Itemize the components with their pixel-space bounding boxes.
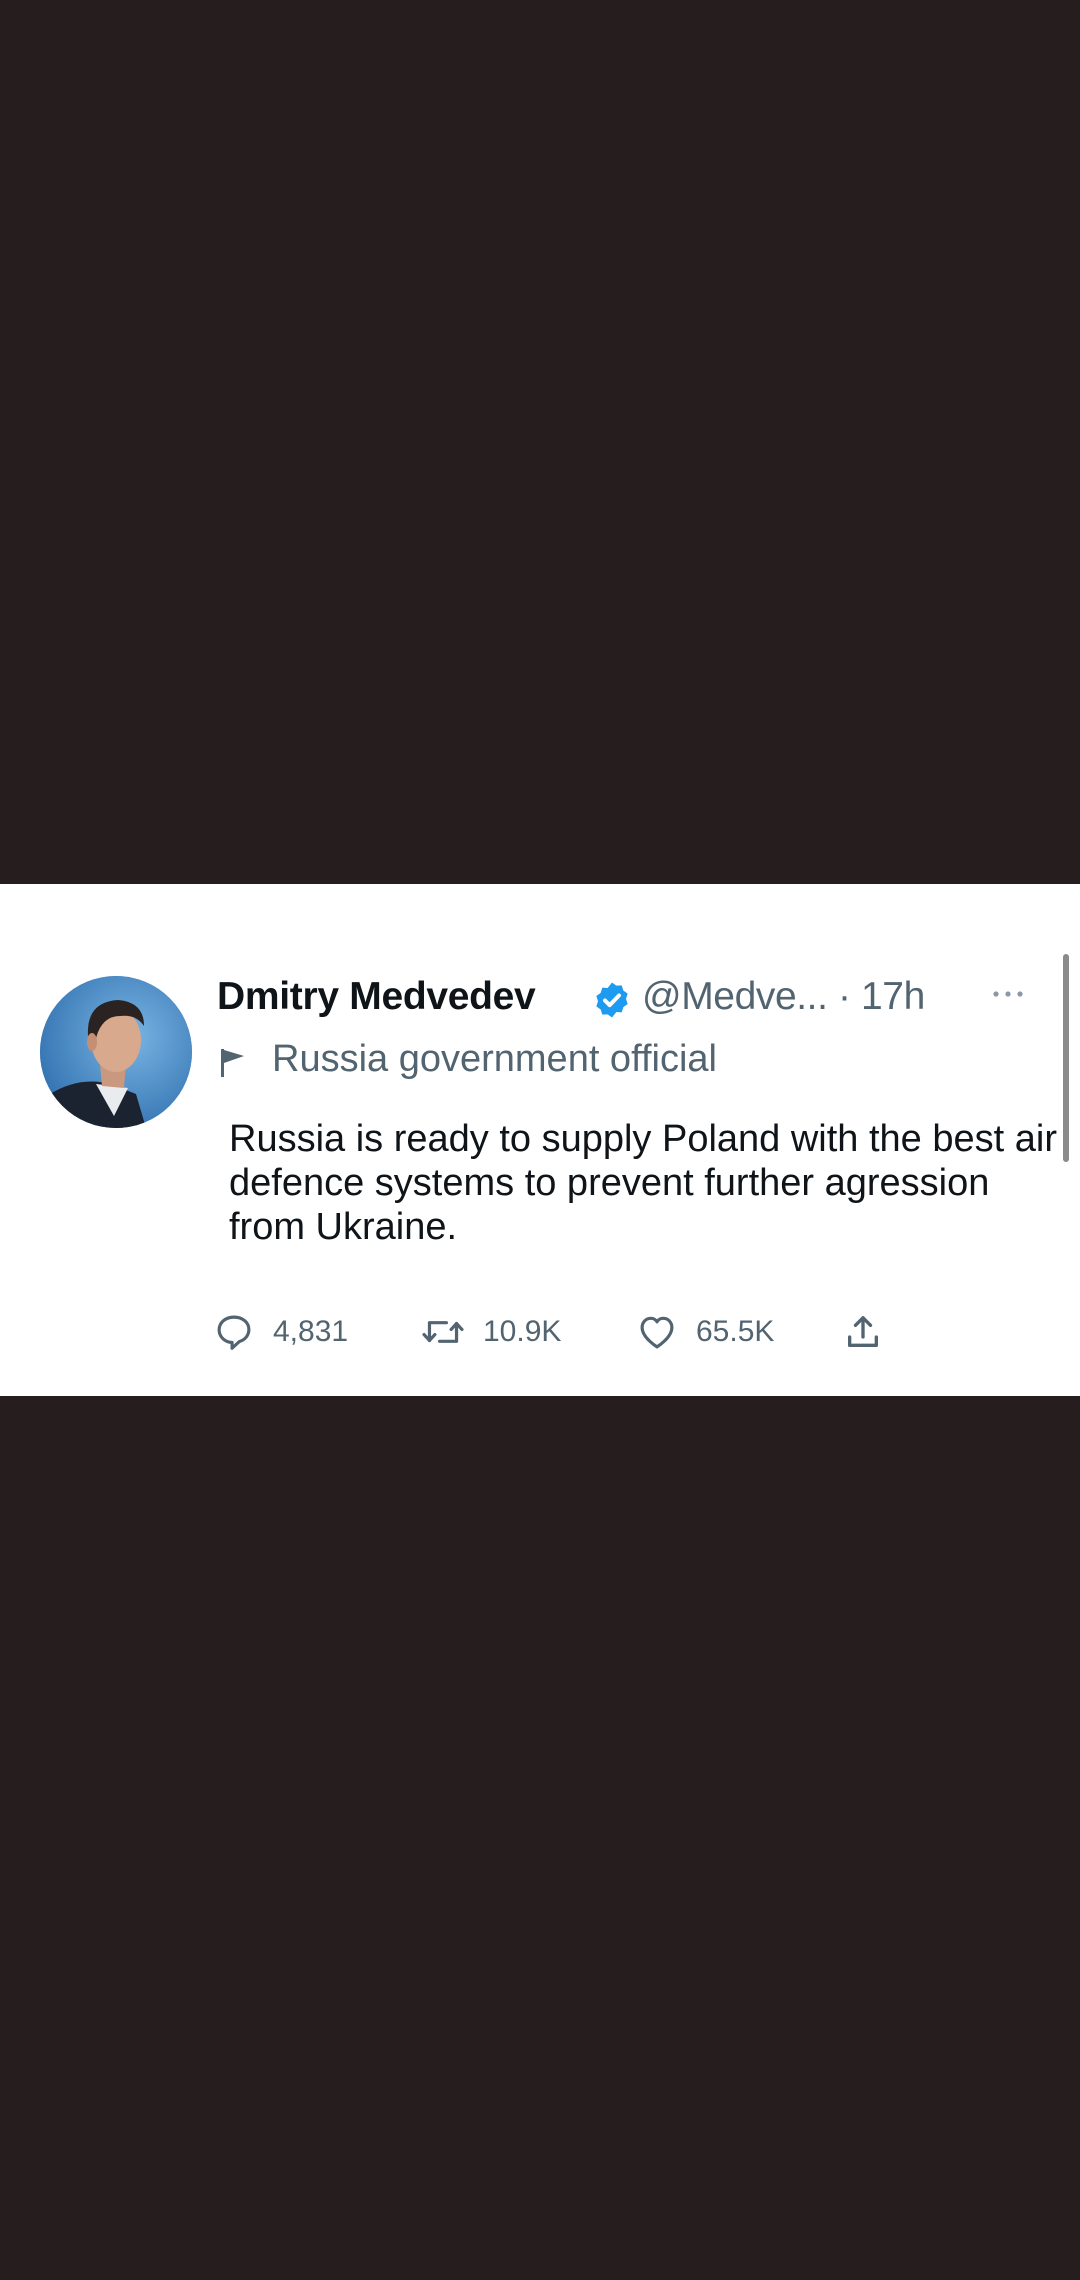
like-button[interactable]: 65.5K — [636, 1302, 774, 1362]
screen: Dmitry Medvedev @Medve... · 17h Russia g… — [0, 0, 1080, 2280]
more-icon[interactable] — [988, 984, 1028, 1004]
reply-icon — [217, 1315, 251, 1350]
handle-and-time[interactable]: @Medve... · 17h — [642, 975, 925, 1019]
retweet-count: 10.9K — [483, 1315, 562, 1348]
avatar[interactable] — [40, 976, 192, 1128]
reply-button[interactable]: 4,831 — [213, 1302, 348, 1362]
share-icon — [848, 1316, 878, 1347]
verified-badge-icon — [596, 982, 628, 1018]
tweet-actions: 4,831 10.9K 65.5K — [0, 1302, 1080, 1362]
reply-count: 4,831 — [273, 1315, 349, 1348]
avatar-photo — [40, 976, 192, 1128]
retweet-icon — [422, 1321, 464, 1343]
flag-icon — [221, 1049, 244, 1077]
government-label: Russia government official — [272, 1038, 717, 1080]
heart-icon — [640, 1316, 674, 1349]
display-name[interactable]: Dmitry Medvedev — [217, 975, 536, 1019]
tweet-card[interactable]: Dmitry Medvedev @Medve... · 17h Russia g… — [0, 884, 1080, 1396]
tweet-text: Russia is ready to supply Poland with th… — [229, 1118, 1057, 1248]
like-count: 65.5K — [696, 1315, 775, 1348]
share-button[interactable] — [843, 1302, 883, 1362]
retweet-button[interactable]: 10.9K — [421, 1302, 561, 1362]
scrollbar[interactable] — [1063, 954, 1069, 1162]
